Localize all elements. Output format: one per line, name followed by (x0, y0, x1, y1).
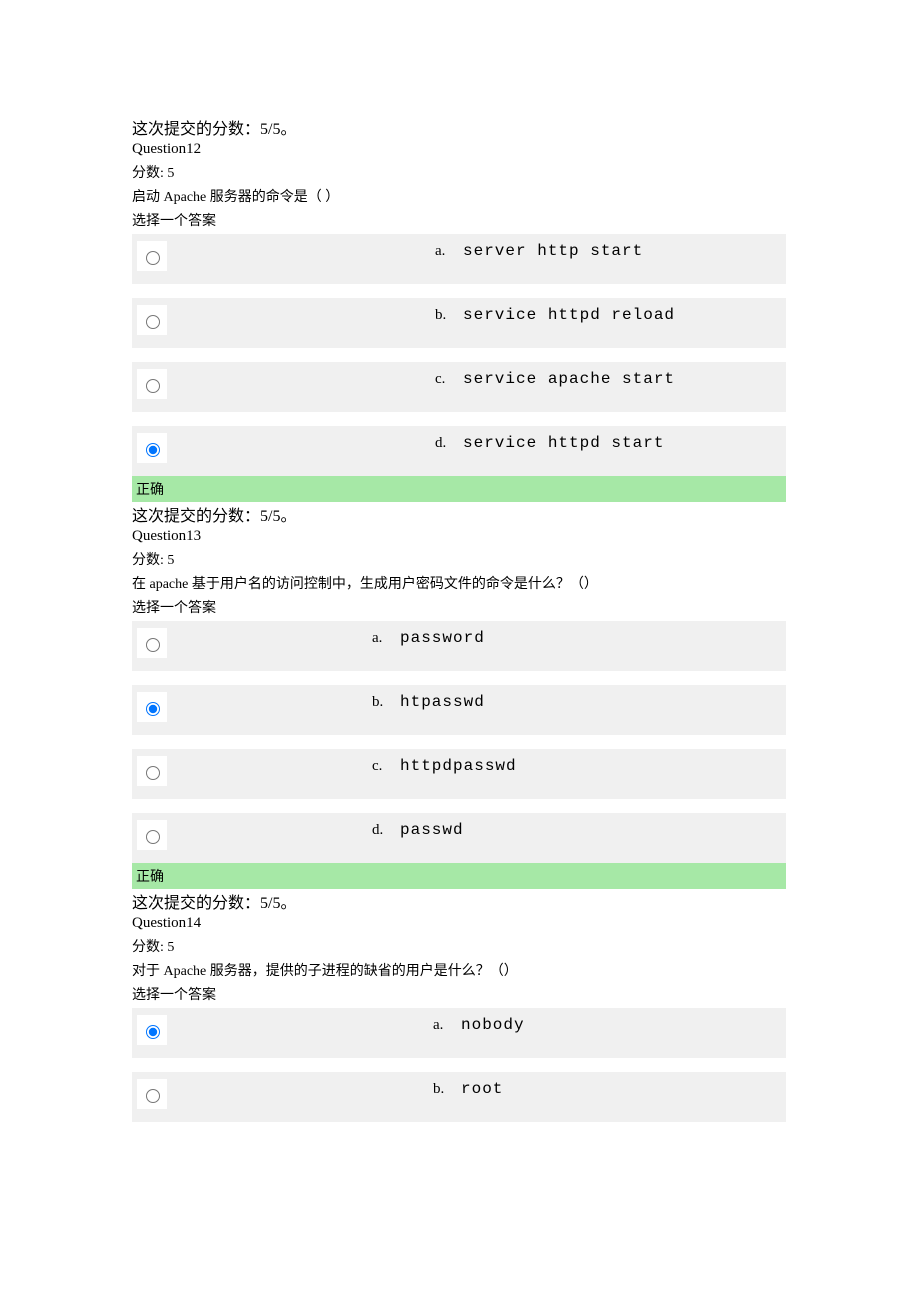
option-row-c: c. service apache start (132, 362, 786, 412)
score-line: 这次提交的分数：5/5。 (132, 115, 788, 139)
radio-wrapper (137, 756, 167, 786)
question-text: 在 apache 基于用户名的访问控制中，生成用户密码文件的命令是什么？（） (132, 573, 788, 593)
option-label: d. (372, 820, 400, 839)
options-q13: a. password b. htpasswd c. httpdpasswd d… (132, 621, 786, 863)
radio-q14-a[interactable] (146, 1025, 160, 1039)
question-number: Question13 (132, 528, 788, 545)
option-row-a: a. password (132, 621, 786, 671)
radio-wrapper (137, 1015, 167, 1045)
option-label: a. (435, 241, 463, 260)
radio-q13-a[interactable] (146, 638, 160, 652)
select-hint: 选择一个答案 (132, 597, 788, 617)
option-label: a. (433, 1015, 461, 1034)
option-label: b. (433, 1079, 461, 1098)
correct-bar: 正确 (132, 476, 786, 502)
option-text: httpdpasswd (400, 756, 517, 775)
radio-wrapper (137, 305, 167, 335)
radio-q12-a[interactable] (146, 251, 160, 265)
options-q12: a. server http start b. service httpd re… (132, 234, 786, 476)
option-row-d: d. service httpd start (132, 426, 786, 476)
radio-q13-d[interactable] (146, 830, 160, 844)
radio-wrapper (137, 820, 167, 850)
question-points: 分数: 5 (132, 549, 788, 569)
radio-wrapper (137, 1079, 167, 1109)
radio-q13-c[interactable] (146, 766, 160, 780)
option-label: c. (372, 756, 400, 775)
option-label: c. (435, 369, 463, 388)
radio-q12-b[interactable] (146, 315, 160, 329)
question-text: 对于 Apache 服务器，提供的子进程的缺省的用户是什么？（） (132, 960, 788, 980)
radio-wrapper (137, 369, 167, 399)
option-label: d. (435, 433, 463, 452)
question-number: Question14 (132, 915, 788, 932)
option-label: a. (372, 628, 400, 647)
score-line: 这次提交的分数：5/5。 (132, 502, 788, 526)
options-q14: a. nobody b. root (132, 1008, 786, 1122)
question-points: 分数: 5 (132, 162, 788, 182)
select-hint: 选择一个答案 (132, 984, 788, 1004)
radio-q12-c[interactable] (146, 379, 160, 393)
option-label: b. (435, 305, 463, 324)
select-hint: 选择一个答案 (132, 210, 788, 230)
question-text: 启动 Apache 服务器的命令是（ ） (132, 186, 788, 206)
option-text: service httpd reload (463, 305, 675, 324)
option-text: passwd (400, 820, 464, 839)
correct-bar: 正确 (132, 863, 786, 889)
option-row-a: a. server http start (132, 234, 786, 284)
question-number: Question12 (132, 141, 788, 158)
option-text: service apache start (463, 369, 675, 388)
option-row-c: c. httpdpasswd (132, 749, 786, 799)
option-text: nobody (461, 1015, 525, 1034)
score-line: 这次提交的分数：5/5。 (132, 889, 788, 913)
radio-q12-d[interactable] (146, 443, 160, 457)
option-text: htpasswd (400, 692, 485, 711)
radio-wrapper (137, 628, 167, 658)
option-row-b: b. root (132, 1072, 786, 1122)
radio-wrapper (137, 692, 167, 722)
option-text: password (400, 628, 485, 647)
option-row-a: a. nobody (132, 1008, 786, 1058)
option-label: b. (372, 692, 400, 711)
option-text: service httpd start (463, 433, 664, 452)
option-row-d: d. passwd (132, 813, 786, 863)
page: 这次提交的分数：5/5。 Question12 分数: 5 启动 Apache … (0, 0, 920, 1302)
radio-wrapper (137, 241, 167, 271)
option-row-b: b. htpasswd (132, 685, 786, 735)
option-row-b: b. service httpd reload (132, 298, 786, 348)
radio-q14-b[interactable] (146, 1089, 160, 1103)
option-text: server http start (463, 241, 643, 260)
radio-wrapper (137, 433, 167, 463)
question-points: 分数: 5 (132, 936, 788, 956)
radio-q13-b[interactable] (146, 702, 160, 716)
option-text: root (461, 1079, 503, 1098)
